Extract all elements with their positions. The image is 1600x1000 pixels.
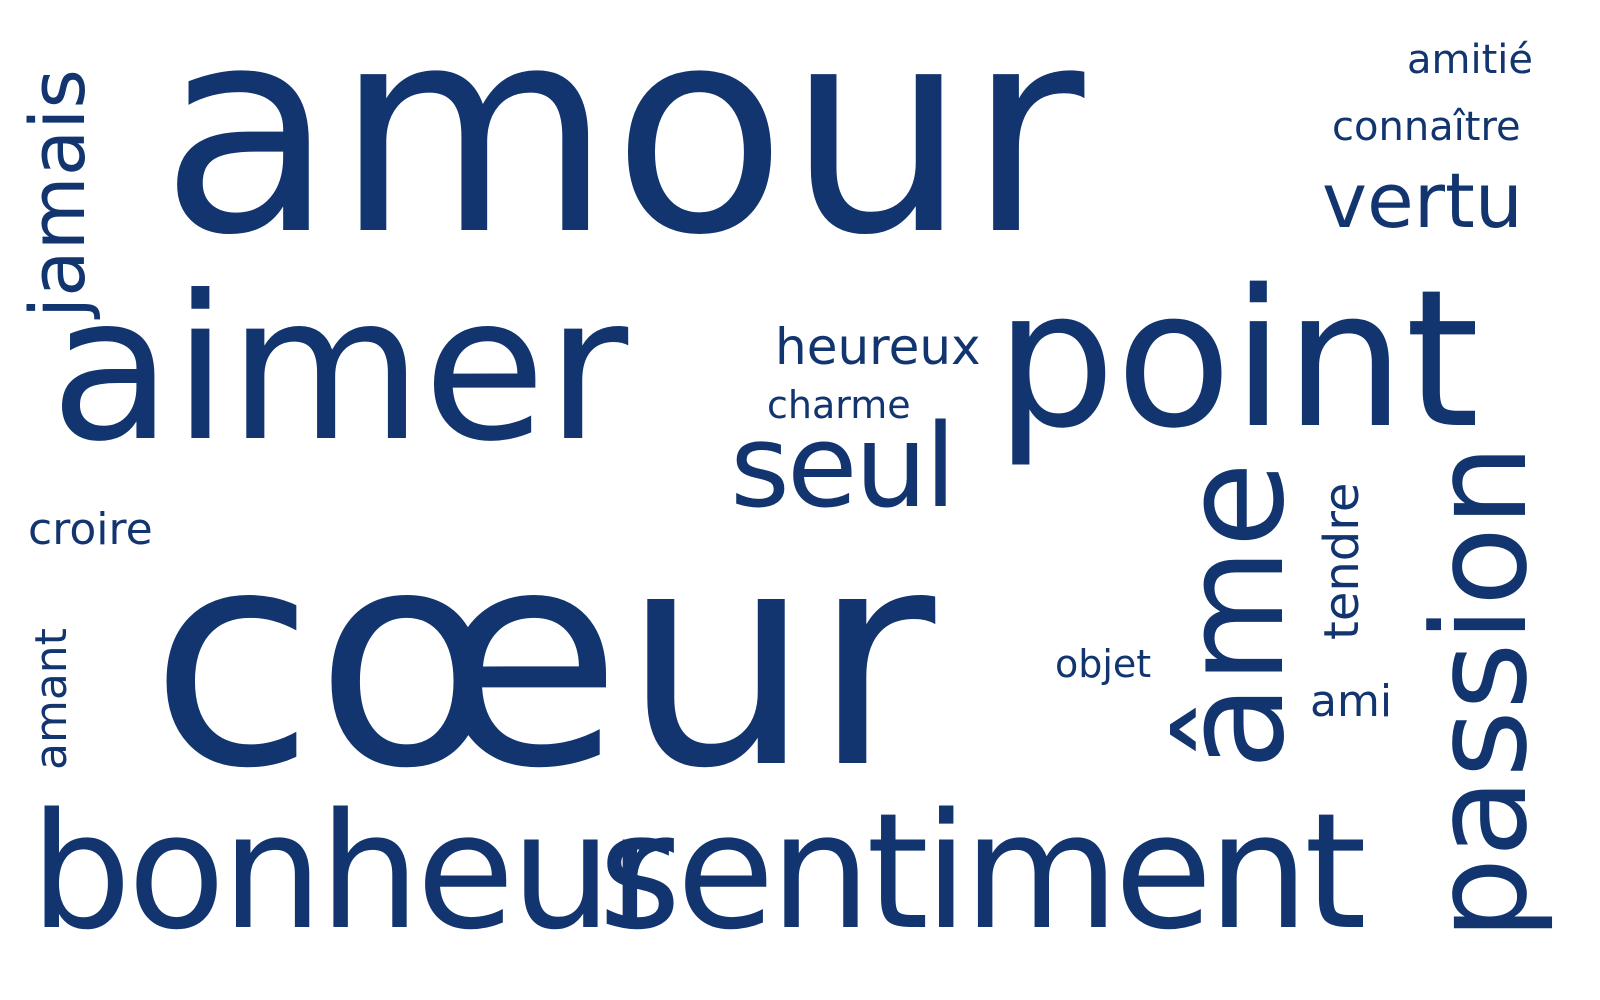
word-charme: charme xyxy=(767,383,911,427)
word-coeur: cœur xyxy=(150,485,936,834)
word-seul: seul xyxy=(730,400,957,534)
word-connaitre: connaître xyxy=(1332,104,1521,150)
word-jamais: jamais xyxy=(13,68,102,318)
word-cloud: amour cœur aimer point bonheur sentiment… xyxy=(0,0,1600,1000)
word-croire: croire xyxy=(28,504,153,555)
word-vertu: vertu xyxy=(1322,156,1523,245)
word-point: point xyxy=(995,249,1480,470)
word-heureux: heureux xyxy=(775,318,981,376)
word-aimer: aimer xyxy=(50,253,629,486)
word-ame: âme xyxy=(1153,461,1316,770)
word-sentiment: sentiment xyxy=(598,778,1367,965)
word-amitie: amitié xyxy=(1407,37,1533,83)
word-passion: passion xyxy=(1404,444,1556,940)
word-tendre: tendre xyxy=(1314,482,1370,640)
word-amour: amour xyxy=(160,0,1085,298)
word-bonheur: bonheur xyxy=(30,778,674,965)
word-ami: ami xyxy=(1310,676,1393,727)
word-amant: amant xyxy=(26,628,77,770)
word-objet: objet xyxy=(1055,642,1152,686)
